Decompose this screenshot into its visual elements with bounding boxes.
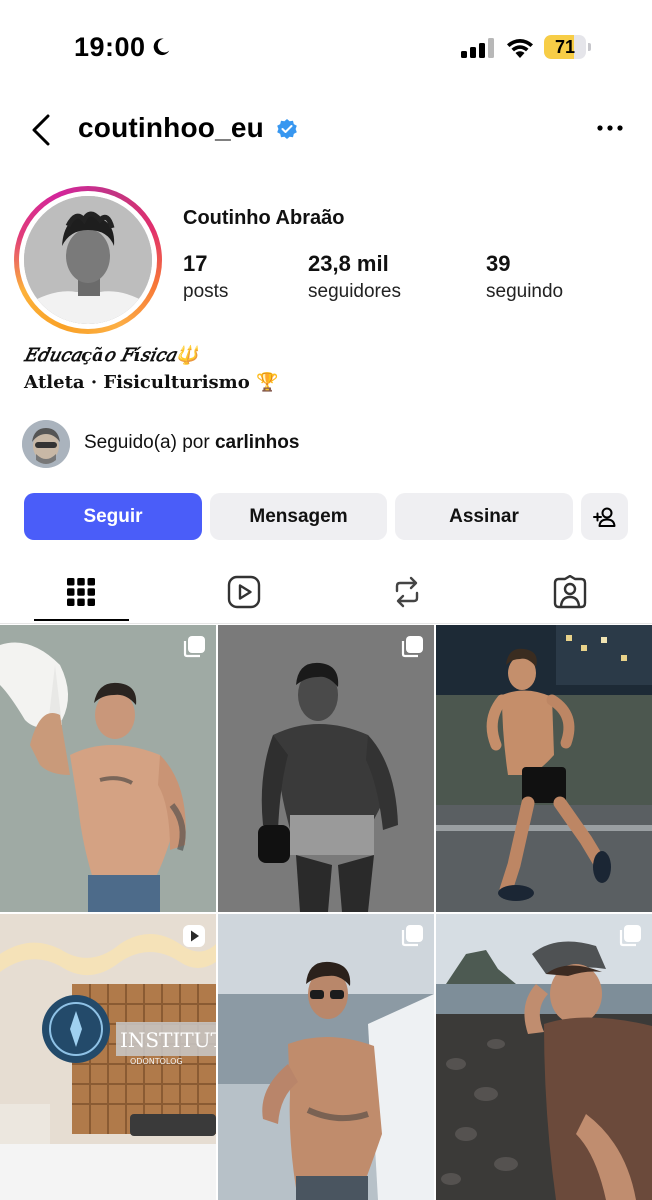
tagged-person-icon [553,575,587,609]
tabs-divider [0,623,652,624]
reel-play-icon [183,925,205,947]
profile-avatar [24,196,152,324]
grid-icon [67,578,95,606]
verified-badge-icon [277,119,297,139]
cellular-signal-icon [461,38,494,58]
message-button[interactable]: Mensagem [210,493,387,540]
suggested-users-button[interactable] [581,493,628,540]
sign-text: INSTITUT [120,1028,216,1052]
stat-followers[interactable]: 23,8 mil seguidores [308,250,401,306]
multi-photo-icon [401,636,423,658]
bio-line-2: 𝐀𝐭𝐥𝐞𝐭𝐚 · 𝐅𝐢𝐬𝐢𝐜𝐮𝐥𝐭𝐮𝐫𝐢𝐬𝐦𝐨 🏆 [24,372,279,393]
mutual-follower-avatar [22,420,70,468]
posts-grid: INSTITUT ODONTOLOG [0,625,652,1200]
grid-post-4[interactable]: INSTITUT ODONTOLOG [0,914,216,1200]
tab-tagged[interactable] [505,560,635,624]
back-chevron-icon[interactable] [24,110,60,150]
more-options-icon[interactable] [592,116,628,140]
tab-posts-grid[interactable] [16,560,146,624]
stat-followers-value: 23,8 mil [308,251,389,276]
multi-photo-icon [401,925,423,947]
sign-subtext: ODONTOLOG [130,1057,183,1066]
follow-button[interactable]: Seguir [24,493,202,540]
stat-following[interactable]: 39 seguindo [486,250,563,306]
bio-line-1: 𝐸𝑑𝑢𝑐𝑎çã𝑜 𝐹í𝑠𝑖𝑐𝑎🔱 [24,345,199,366]
multi-photo-icon [619,925,641,947]
status-bar: 19:00 71 [0,0,652,96]
grid-post-1[interactable] [0,625,216,912]
battery-level: 71 [554,37,576,57]
profile-bio: 𝐸𝑑𝑢𝑐𝑎çã𝑜 𝐹í𝑠𝑖𝑐𝑎🔱 𝐀𝐭𝐥𝐞𝐭𝐚 · 𝐅𝐢𝐬𝐢𝐜𝐮𝐥𝐭𝐮𝐫𝐢𝐬𝐦𝐨… [24,342,278,396]
reels-icon [227,575,261,609]
subscribe-button[interactable]: Assinar [395,493,573,540]
stat-following-label: seguindo [486,281,564,302]
grid-post-2[interactable] [218,625,434,912]
stat-followers-label: seguidores [308,281,401,302]
grid-post-6[interactable] [436,914,652,1200]
stat-posts-label: posts [183,281,229,302]
moon-icon [153,38,170,56]
profile-username: coutinhoo_eu [78,112,264,143]
followed-by-row[interactable]: Seguido(a) por carlinhos [22,420,422,468]
profile-header: coutinhoo_eu [0,100,652,160]
active-tab-indicator [34,619,129,621]
tab-reels[interactable] [179,560,309,624]
multi-photo-icon [183,636,205,658]
grid-post-5[interactable] [218,914,434,1200]
stat-posts[interactable]: 17 posts [183,250,228,306]
battery-icon: 71 [544,35,592,59]
mutual-follower-name[interactable]: carlinhos [215,432,299,453]
profile-tabs [0,560,652,624]
add-person-icon [592,507,615,527]
profile-avatar-story-ring[interactable] [14,186,162,334]
followed-by-text: Seguido(a) por carlinhos [84,432,300,453]
profile-display-name: Coutinho Abraão [183,207,345,229]
status-time: 19:00 [74,32,146,62]
repost-icon [395,576,419,608]
wifi-icon [507,39,533,58]
grid-post-3[interactable] [436,625,652,912]
stat-following-value: 39 [486,251,511,276]
tab-reposts[interactable] [342,560,472,624]
stat-posts-value: 17 [183,251,208,276]
